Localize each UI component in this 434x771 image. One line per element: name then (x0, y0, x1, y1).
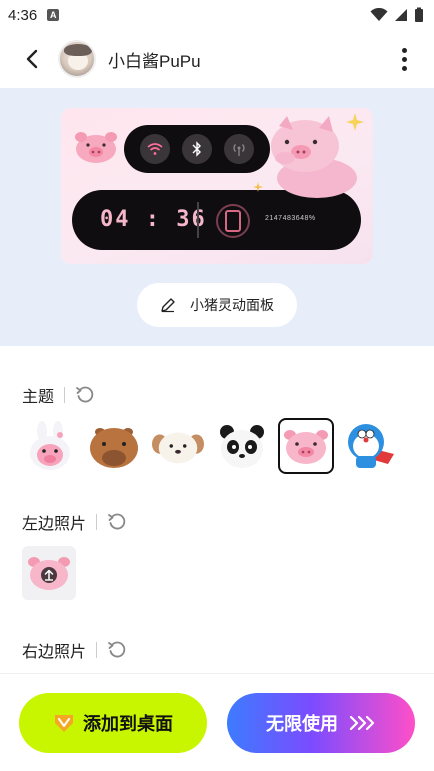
theme-option-puppy[interactable] (150, 418, 206, 474)
theme-list (22, 418, 422, 474)
back-button[interactable] (16, 43, 48, 75)
sparkle-icon (346, 113, 364, 131)
left-photo-upload[interactable] (22, 546, 76, 600)
divider (96, 514, 98, 530)
panda-icon (220, 425, 264, 468)
double-chevron-right-icon (349, 715, 375, 731)
unlimited-use-label: 无限使用 (266, 714, 338, 734)
wifi-icon (370, 8, 388, 21)
unlimited-use-button[interactable]: 无限使用 (227, 693, 415, 753)
clock-readout: 04 : 36 (100, 207, 207, 232)
battery-percent-text: 2147483648% (265, 215, 316, 222)
sparkle-icon (253, 182, 263, 192)
divider (64, 387, 66, 403)
more-dot-icon (401, 56, 407, 62)
bluetooth-toggle[interactable] (182, 134, 212, 164)
theme-label: 主题 (22, 389, 55, 406)
cell-signal-icon (395, 9, 407, 21)
add-to-desktop-label: 添加到桌面 (83, 714, 173, 734)
more-dot-icon (401, 47, 407, 53)
pig-icon (284, 430, 328, 464)
notification-app-icon: A (47, 9, 60, 21)
puppy-icon (152, 432, 204, 464)
bottom-action-bar: 添加到桌面 无限使用 (0, 673, 434, 771)
chevron-left-icon (26, 49, 38, 69)
reset-icon (76, 386, 94, 403)
reset-right-photo-button[interactable] (107, 640, 127, 660)
theme-option-capybara[interactable] (86, 418, 142, 474)
pig-bunny-icon (30, 421, 70, 470)
theme-option-panda[interactable] (214, 418, 270, 474)
avatar[interactable] (58, 40, 96, 78)
theme-option-doraemon[interactable] (342, 418, 398, 474)
add-to-desktop-button[interactable]: 添加到桌面 (19, 693, 207, 753)
battery-icon (415, 7, 423, 22)
divider (96, 642, 98, 658)
page-title: 小白酱PuPu (108, 51, 201, 71)
reset-icon (108, 641, 126, 658)
capybara-icon (90, 428, 138, 468)
right-photo-label: 右边照片 (22, 644, 87, 661)
battery-ring-icon (216, 204, 250, 238)
more-options-button[interactable] (390, 43, 418, 75)
wifi-toggle[interactable] (140, 134, 170, 164)
pig-upload-icon (28, 557, 70, 590)
panel-name-chip[interactable]: 小猪灵动面板 (137, 283, 297, 327)
pencil-icon (161, 298, 175, 313)
theme-option-pig-bunny[interactable] (22, 418, 78, 474)
bluetooth-icon (192, 141, 201, 157)
more-dot-icon (401, 65, 407, 71)
widget-preview-area: 04 : 36 2147483648% 小猪灵动面板 (0, 88, 434, 346)
hotspot-toggle[interactable] (224, 134, 254, 164)
reset-left-photo-button[interactable] (107, 512, 127, 532)
theme-option-pig[interactable] (278, 418, 334, 474)
status-time: 4:36 (8, 6, 38, 24)
pig-mascot-icon (75, 132, 117, 163)
vip-badge-icon (55, 715, 73, 732)
reset-theme-button[interactable] (75, 385, 95, 405)
connectivity-pill (124, 125, 270, 173)
reset-icon (108, 513, 126, 530)
right-photo-section-header: 右边照片 (22, 638, 127, 662)
divider (197, 202, 199, 238)
left-photo-section-header: 左边照片 (22, 510, 127, 534)
status-bar: 4:36 A (0, 0, 434, 30)
doraemon-icon (348, 424, 394, 468)
top-app-bar: 小白酱PuPu (0, 30, 434, 88)
panel-name-label: 小猪灵动面板 (190, 297, 274, 313)
wifi-icon (147, 143, 163, 155)
widget-preview-card: 04 : 36 2147483648% (61, 108, 373, 264)
left-photo-label: 左边照片 (22, 516, 87, 533)
hotspot-icon (233, 144, 245, 156)
theme-section-header: 主题 (22, 383, 95, 407)
